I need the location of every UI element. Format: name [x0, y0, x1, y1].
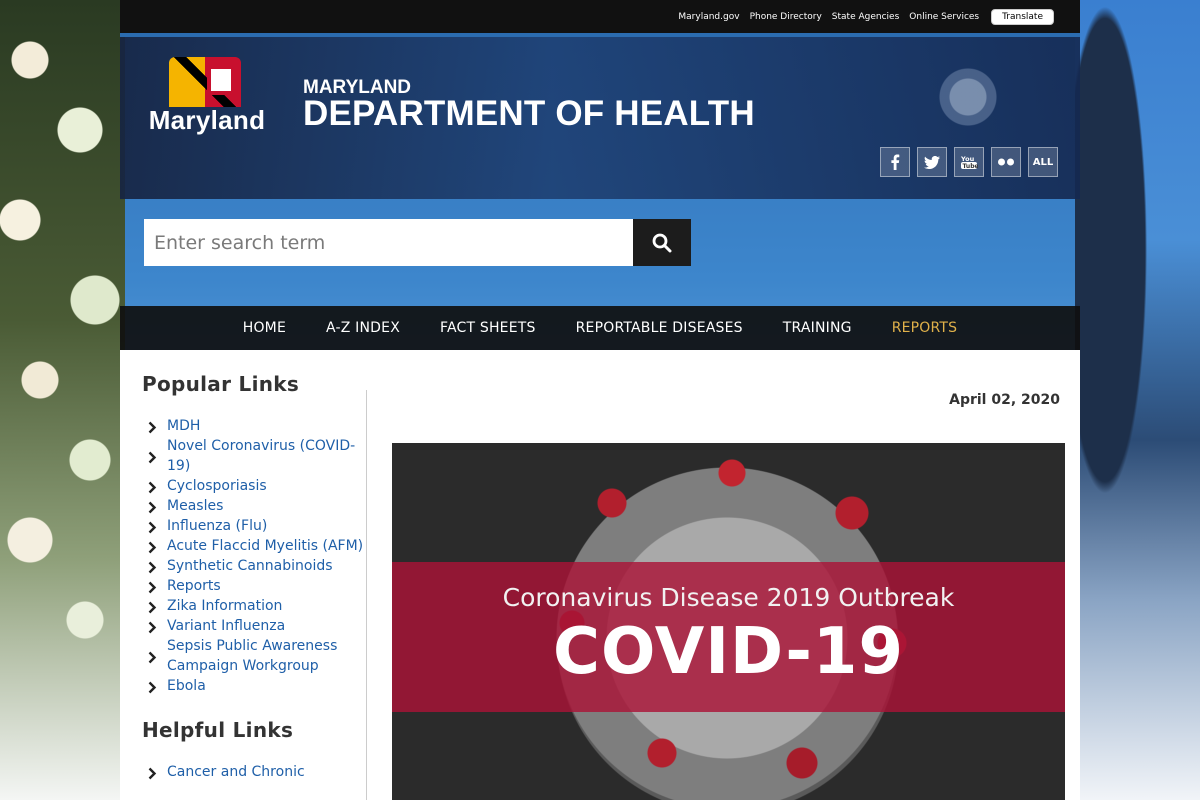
maryland-logo[interactable]: Maryland [147, 57, 267, 136]
popular-link[interactable]: Zika Information [167, 596, 282, 616]
list-item[interactable]: Synthetic Cannabinoids [142, 556, 367, 576]
page-wrapper: Maryland.gov Phone Directory State Agenc… [120, 0, 1080, 800]
popular-link[interactable]: Reports [167, 576, 221, 596]
chevron-right-icon [142, 516, 167, 536]
svg-text:Tube: Tube [963, 163, 979, 170]
list-item[interactable]: MDH [142, 416, 367, 436]
list-item[interactable]: Novel Coronavirus (COVID-19) [142, 436, 367, 476]
list-item[interactable]: Reports [142, 576, 367, 596]
list-item[interactable]: Acute Flaccid Myelitis (AFM) [142, 536, 367, 556]
nav-item-reportable-diseases[interactable]: REPORTABLE DISEASES [576, 320, 743, 336]
popular-link[interactable]: Influenza (Flu) [167, 516, 267, 536]
utility-bar: Maryland.gov Phone Directory State Agenc… [120, 0, 1080, 33]
logo-text: Maryland [148, 105, 266, 135]
main-content: Popular Links MDH Novel Coronavirus (COV… [120, 350, 1080, 800]
list-item[interactable]: Measles [142, 496, 367, 516]
popular-link[interactable]: Acute Flaccid Myelitis (AFM) [167, 536, 363, 556]
utility-link-phone-directory[interactable]: Phone Directory [750, 12, 822, 22]
nav-item-home[interactable]: HOME [243, 320, 286, 336]
social-links: You Tube ALL [880, 147, 1058, 177]
youtube-icon[interactable]: You Tube [954, 147, 984, 177]
sidebar: Popular Links MDH Novel Coronavirus (COV… [142, 350, 367, 782]
site-title-big: DEPARTMENT OF HEALTH [303, 94, 755, 133]
list-item[interactable]: Cancer and Chronic [142, 762, 367, 782]
twitter-icon[interactable] [917, 147, 947, 177]
chevron-right-icon [142, 556, 167, 576]
list-item[interactable]: Ebola [142, 676, 367, 696]
site-title[interactable]: MARYLAND DEPARTMENT OF HEALTH [303, 78, 755, 133]
chevron-right-icon [142, 762, 167, 782]
state-seal-icon [938, 67, 998, 127]
chevron-right-icon [142, 416, 167, 436]
nav-item-a-z-index[interactable]: A-Z INDEX [326, 320, 400, 336]
helpful-links-list: Cancer and Chronic [142, 762, 367, 782]
hero-headline: COVID-19 [553, 615, 904, 689]
popular-link[interactable]: Novel Coronavirus (COVID-19) [167, 436, 367, 476]
list-item[interactable]: Zika Information [142, 596, 367, 616]
nav-item-training[interactable]: TRAINING [783, 320, 852, 336]
helpful-link[interactable]: Cancer and Chronic [167, 762, 305, 782]
main-nav: HOME A-Z INDEX FACT SHEETS REPORTABLE DI… [120, 306, 1080, 350]
chevron-right-icon [142, 676, 167, 696]
all-social-button[interactable]: ALL [1028, 147, 1058, 177]
background-dome [1075, 0, 1200, 800]
popular-links-heading: Popular Links [142, 372, 300, 396]
chevron-right-icon [142, 616, 167, 636]
background-blossoms [0, 0, 125, 800]
chevron-right-icon [142, 576, 167, 596]
popular-link[interactable]: MDH [167, 416, 200, 436]
chevron-right-icon [142, 536, 167, 556]
list-item[interactable]: Influenza (Flu) [142, 516, 367, 536]
popular-links-list: MDH Novel Coronavirus (COVID-19) Cyclosp… [142, 416, 367, 696]
svg-text:You: You [960, 155, 975, 163]
popular-link[interactable]: Sepsis Public Awareness Campaign Workgro… [167, 636, 367, 676]
post-date: April 02, 2020 [949, 392, 1060, 408]
utility-link-online-services[interactable]: Online Services [909, 12, 979, 22]
column-divider [366, 390, 367, 800]
nav-item-fact-sheets[interactable]: FACT SHEETS [440, 320, 536, 336]
translate-button[interactable]: Translate [991, 8, 1054, 25]
helpful-links-heading: Helpful Links [142, 718, 294, 742]
popular-link[interactable]: Synthetic Cannabinoids [167, 556, 333, 576]
chevron-right-icon [142, 436, 167, 476]
search-input[interactable] [144, 219, 634, 266]
popular-link[interactable]: Variant Influenza [167, 616, 285, 636]
utility-link-state-agencies[interactable]: State Agencies [832, 12, 899, 22]
search-zone [120, 199, 1080, 306]
nav-item-reports[interactable]: REPORTS [892, 320, 958, 336]
flickr-icon[interactable] [991, 147, 1021, 177]
popular-link[interactable]: Cyclosporiasis [167, 476, 267, 496]
chevron-right-icon [142, 636, 167, 676]
site-header: Maryland MARYLAND DEPARTMENT OF HEALTH Y… [120, 37, 1080, 199]
chevron-right-icon [142, 476, 167, 496]
list-item[interactable]: Sepsis Public Awareness Campaign Workgro… [142, 636, 367, 676]
search-icon [652, 233, 672, 252]
search-button[interactable] [633, 219, 691, 266]
chevron-right-icon [142, 496, 167, 516]
list-item[interactable]: Variant Influenza [142, 616, 367, 636]
facebook-icon[interactable] [880, 147, 910, 177]
utility-link-maryland-gov[interactable]: Maryland.gov [678, 12, 739, 22]
popular-link[interactable]: Ebola [167, 676, 206, 696]
chevron-right-icon [142, 596, 167, 616]
list-item[interactable]: Cyclosporiasis [142, 476, 367, 496]
covid-hero-banner[interactable]: Coronavirus Disease 2019 Outbreak COVID-… [392, 443, 1065, 800]
popular-link[interactable]: Measles [167, 496, 223, 516]
maryland-flag-icon [169, 57, 241, 107]
hero-subtitle: Coronavirus Disease 2019 Outbreak [502, 583, 955, 612]
